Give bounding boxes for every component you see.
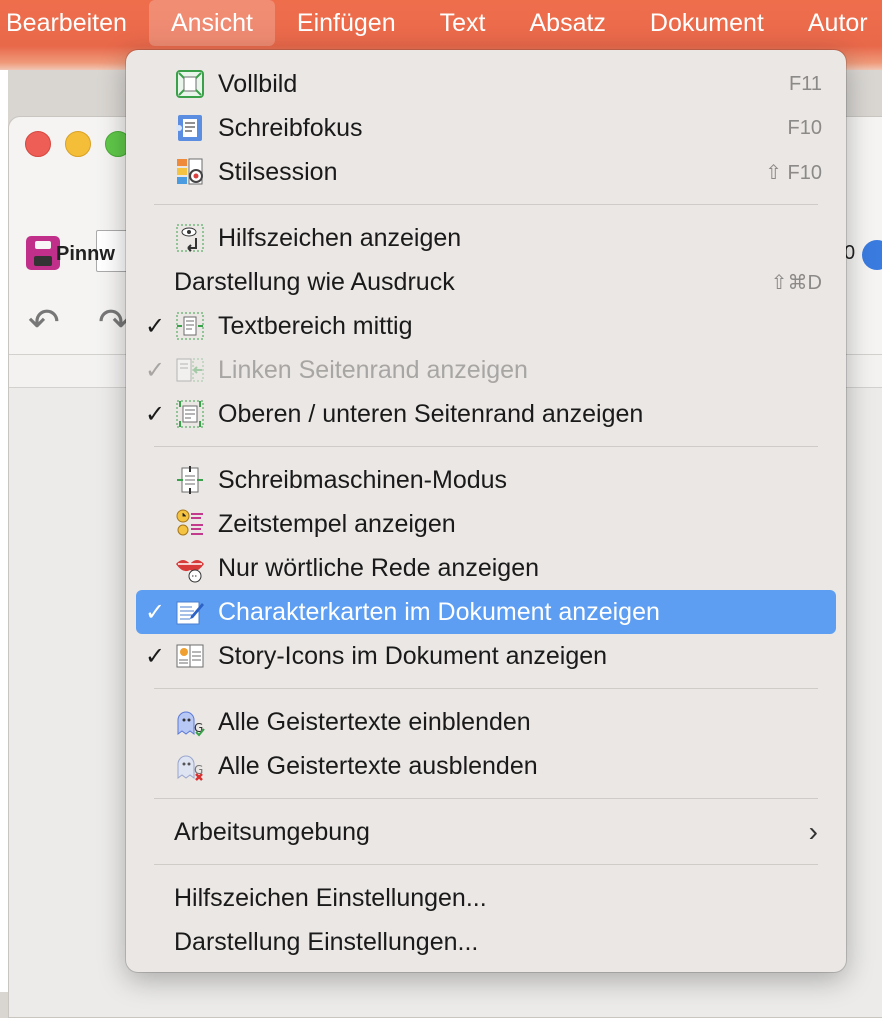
menu-item-label: Vollbild: [218, 69, 298, 98]
menubar-item-text[interactable]: Text: [418, 0, 508, 46]
fullscreen-icon: [174, 68, 206, 100]
menu-item-schreibfokus[interactable]: Schreibfokus F10: [136, 106, 836, 150]
menu-item-hilfszeichen-einstellungen[interactable]: Hilfszeichen Einstellungen...: [136, 876, 836, 920]
menu-item-nur-wörtliche-rede-anzeigen[interactable]: Nur wörtliche Rede anzeigen: [136, 546, 836, 590]
story-icon: [174, 640, 206, 672]
menu-item-story-icons-im-dokument-anzeigen[interactable]: ✓ Story-Icons im Dokument anzeigen: [136, 634, 836, 678]
pinboard-tab-label[interactable]: Pinnw: [56, 243, 115, 266]
menu-separator: [154, 688, 818, 689]
menubar-item-autor[interactable]: Autor: [786, 0, 882, 46]
character-card-icon: [174, 596, 206, 628]
menu-separator: [154, 798, 818, 799]
left-margin-icon: [174, 354, 206, 386]
minimize-window-button[interactable]: [65, 131, 91, 157]
menu-separator: [154, 446, 818, 447]
menu-item-charakterkarten-im-dokument-anzeigen[interactable]: ✓ Charakterkarten im Dokument anzeigen: [136, 590, 836, 634]
menu-item-vollbild[interactable]: Vollbild F11: [136, 62, 836, 106]
menu-separator: [154, 204, 818, 205]
menubar-item-bearbeiten[interactable]: Bearbeiten: [0, 0, 149, 46]
menu-item-alle-geistertexte-einblenden[interactable]: G Alle Geistertexte einblenden: [136, 700, 836, 744]
menu-item-label: Darstellung Einstellungen...: [174, 927, 479, 956]
menu-item-darstellung-einstellungen[interactable]: Darstellung Einstellungen...: [136, 920, 836, 964]
menu-item-linken-seitenrand-anzeigen: ✓ Linken Seitenrand anzeigen: [136, 348, 836, 392]
menu-separator: [154, 864, 818, 865]
writing-focus-icon: [174, 112, 206, 144]
menubar-item-dokument[interactable]: Dokument: [628, 0, 786, 46]
menu-item-label: Nur wörtliche Rede anzeigen: [218, 553, 540, 582]
menu-item-label: Textbereich mittig: [218, 311, 413, 340]
menu-item-hilfszeichen-anzeigen[interactable]: Hilfszeichen anzeigen: [136, 216, 836, 260]
keyboard-shortcut: F11: [789, 72, 822, 95]
menu-item-label: Zeitstempel anzeigen: [218, 509, 456, 538]
menu-item-label: Arbeitsumgebung: [174, 817, 370, 846]
save-icon[interactable]: [26, 236, 60, 270]
menu-item-schreibmaschinen-modus[interactable]: Schreibmaschinen-Modus: [136, 458, 836, 502]
menu-item-label: Story-Icons im Dokument anzeigen: [218, 641, 608, 670]
invisibles-icon: [174, 222, 206, 254]
undo-icon[interactable]: ↶: [28, 300, 60, 345]
menu-item-label: Schreibfokus: [218, 113, 363, 142]
menu-item-oberen-unteren-seitenrand-anzeigen[interactable]: ✓ Oberen / unteren Seitenrand anzeigen: [136, 392, 836, 436]
ghost-hide-icon: G: [174, 750, 206, 782]
menu-item-zeitstempel-anzeigen[interactable]: Zeitstempel anzeigen: [136, 502, 836, 546]
top-bottom-margin-icon: [174, 398, 206, 430]
keyboard-shortcut: ⇧⌘D: [770, 271, 822, 294]
left-window-edge: [0, 70, 8, 992]
menu-item-label: Alle Geistertexte einblenden: [218, 707, 531, 736]
menu-item-label: Schreibmaschinen-Modus: [218, 465, 508, 494]
view-menu-dropdown: Vollbild F11 Schreibfokus F10 Stilsession ⇧ F…: [126, 50, 846, 972]
menu-item-arbeitsumgebung[interactable]: Arbeitsumgebung ›: [136, 810, 836, 854]
menu-item-textbereich-mittig[interactable]: ✓ Textbereich mittig: [136, 304, 836, 348]
menu-item-label: Alle Geistertexte ausblenden: [218, 751, 538, 780]
menubar-item-ansicht[interactable]: Ansicht: [148, 0, 275, 46]
timestamp-icon: [174, 508, 206, 540]
text-center-icon: [174, 310, 206, 342]
style-session-icon: [174, 156, 206, 188]
typewriter-icon: [174, 464, 206, 496]
checkmark-icon: ✓: [144, 598, 166, 626]
menu-item-label: Stilsession: [218, 157, 338, 186]
checkmark-icon: ✓: [144, 356, 166, 384]
ghost-show-icon: G: [174, 706, 206, 738]
submenu-chevron-icon: ›: [808, 816, 818, 847]
checkmark-icon: ✓: [144, 312, 166, 340]
menu-item-label: Charakterkarten im Dokument anzeigen: [218, 597, 660, 626]
checkmark-icon: ✓: [144, 400, 166, 428]
menu-item-alle-geistertexte-ausblenden[interactable]: G Alle Geistertexte ausblenden: [136, 744, 836, 788]
menu-item-label: Hilfszeichen anzeigen: [218, 223, 462, 252]
menu-item-darstellung-wie-ausdruck[interactable]: Darstellung wie Ausdruck ⇧⌘D: [136, 260, 836, 304]
menubar-item-einfügen[interactable]: Einfügen: [275, 0, 418, 46]
menu-item-label: Hilfszeichen Einstellungen...: [174, 883, 487, 912]
speech-lips-icon: [174, 552, 206, 584]
menu-item-label: Oberen / unteren Seitenrand anzeigen: [218, 399, 644, 428]
close-window-button[interactable]: [25, 131, 51, 157]
checkmark-icon: ✓: [144, 642, 166, 670]
keyboard-shortcut: F10: [787, 116, 822, 139]
menu-item-label: Darstellung wie Ausdruck: [174, 267, 455, 296]
menubar: Bearbeiten Ansicht Einfügen Text Absatz Dokum…: [0, 0, 882, 46]
menu-item-stilsession[interactable]: Stilsession ⇧ F10: [136, 150, 836, 194]
menubar-item-absatz[interactable]: Absatz: [507, 0, 627, 46]
menu-item-label: Linken Seitenrand anzeigen: [218, 355, 528, 384]
keyboard-shortcut: ⇧ F10: [765, 161, 822, 184]
